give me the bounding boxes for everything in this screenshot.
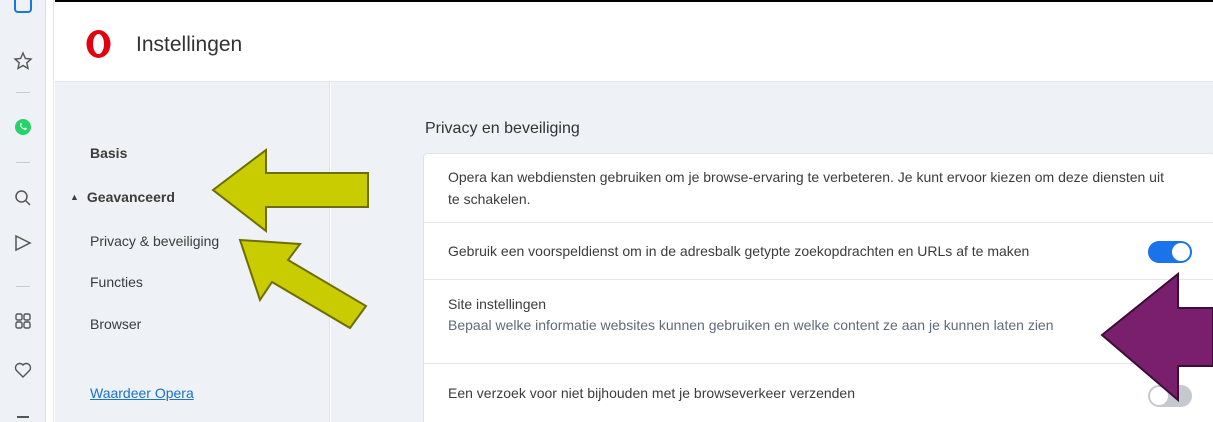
site-settings-subtitle: Bepaal welke informatie websites kunnen …: [448, 317, 1054, 333]
star-icon[interactable]: [9, 47, 37, 75]
strip-divider: [16, 162, 30, 163]
nav-item-basis[interactable]: Basis: [90, 145, 127, 161]
opera-sidebar: [0, 0, 46, 422]
settings-main: Privacy en beveiliging Opera kan webdien…: [331, 82, 1213, 422]
more-icon[interactable]: [9, 406, 37, 422]
setting-row-prediction[interactable]: Gebruik een voorspeldienst om in de adre…: [424, 223, 1213, 280]
setting-label: Een verzoek voor niet bijhouden met je b…: [448, 385, 856, 401]
setting-label: Gebruik een voorspeldienst om in de adre…: [448, 243, 1030, 259]
setting-row-dnt[interactable]: Een verzoek voor niet bijhouden met je b…: [424, 364, 1213, 422]
page-title: Instellingen: [136, 33, 243, 56]
info-text: Opera kan webdiensten gebruiken om je br…: [448, 169, 1164, 207]
whatsapp-icon[interactable]: [9, 113, 37, 141]
settings-header: Instellingen: [55, 0, 1213, 82]
nav-item-label: Geavanceerd: [86, 189, 175, 205]
strip-divider: [16, 286, 30, 287]
nav-item-functies[interactable]: Functies: [90, 274, 143, 290]
workspace-icon[interactable]: [9, 0, 37, 20]
site-settings-row[interactable]: Site instellingen Bepaal welke informati…: [424, 280, 1213, 364]
heart-icon[interactable]: [9, 356, 37, 384]
search-icon[interactable]: [9, 184, 37, 212]
send-icon[interactable]: [9, 229, 37, 257]
nav-item-privacy[interactable]: Privacy & beveiliging: [90, 233, 219, 249]
prediction-toggle[interactable]: [1148, 241, 1192, 263]
strip-divider: [16, 92, 30, 93]
annotation-arrow-diagonal-icon: [238, 238, 368, 330]
site-settings-title: Site instellingen: [448, 296, 547, 312]
annotation-arrow-left-icon: [211, 147, 369, 234]
opera-logo-icon: [85, 29, 112, 59]
annotation-arrow-purple-icon: [1100, 271, 1213, 403]
rate-opera-link[interactable]: Waardeer Opera: [90, 385, 194, 401]
nav-item-geavanceerd[interactable]: ▲ Geavanceerd: [70, 189, 175, 205]
privacy-card: Opera kan webdiensten gebruiken om je br…: [423, 153, 1213, 422]
window-edge: [46, 0, 54, 422]
info-row: Opera kan webdiensten gebruiken om je br…: [424, 154, 1213, 223]
grid-icon[interactable]: [9, 307, 37, 335]
caret-up-icon: ▲: [70, 192, 79, 202]
nav-item-browser[interactable]: Browser: [90, 316, 141, 332]
section-title: Privacy en beveiliging: [425, 120, 580, 137]
